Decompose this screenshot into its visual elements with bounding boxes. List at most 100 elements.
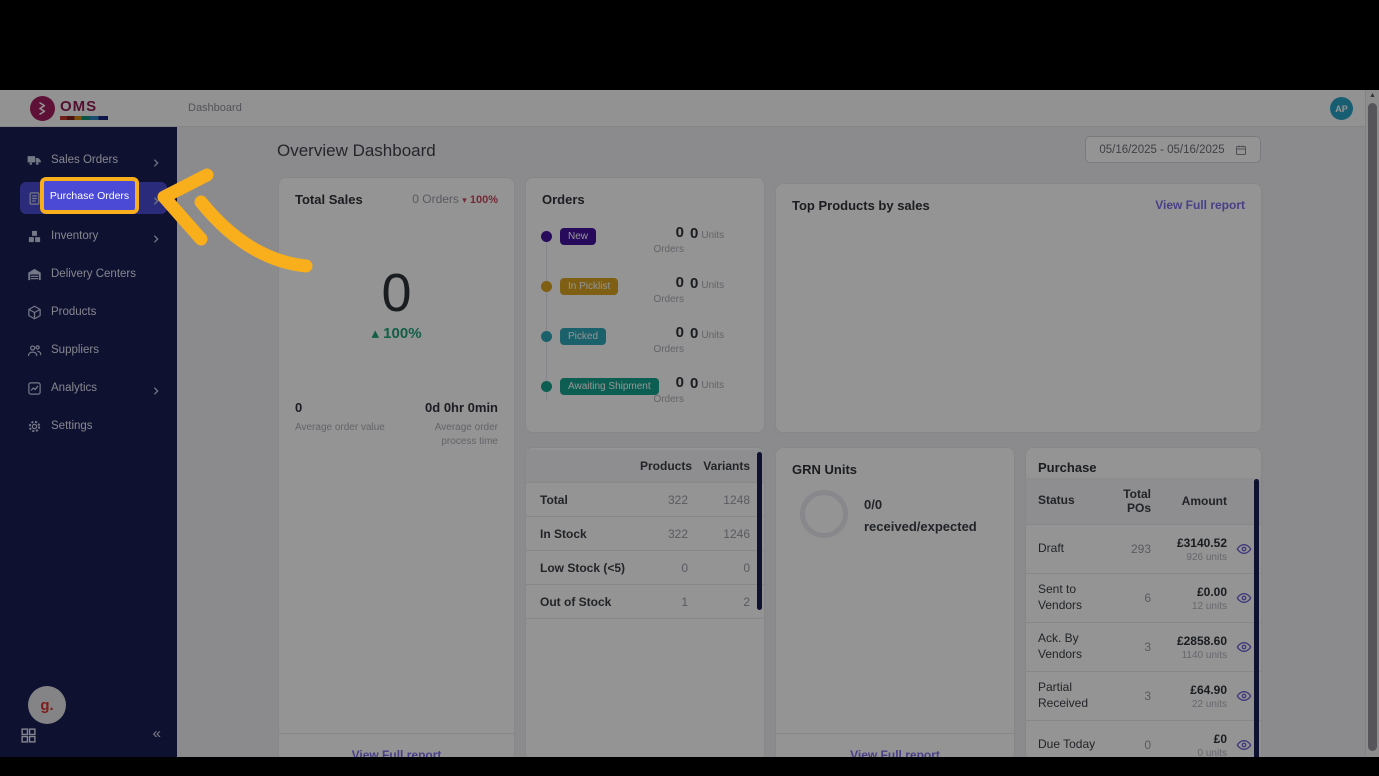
sidebar-item-analytics[interactable]: Analytics [0, 369, 177, 407]
orders-count: 0 [675, 224, 684, 241]
col-products: Products [640, 459, 693, 473]
status-dot [541, 381, 552, 392]
sidebar-item-products[interactable]: Products [0, 293, 177, 331]
cube-icon [27, 305, 42, 320]
grn-caption: received/expected [864, 519, 977, 534]
warehouse-icon [27, 267, 42, 282]
grn-view-full-report-link[interactable]: View Full report [850, 748, 940, 757]
status-badge: In Picklist [560, 278, 619, 295]
purchase-table-scrollbar[interactable] [1254, 479, 1259, 757]
orders-count: 0 [675, 374, 684, 391]
col-amount: Amount [1181, 494, 1227, 508]
sidebar-item-label: Sales Orders [51, 154, 119, 166]
status-badge: Awaiting Shipment [560, 378, 659, 395]
date-range-value: 05/16/2025 - 05/16/2025 [1099, 143, 1225, 156]
app-window: OMS Dashboard AP Sales Orders Purchase O… [0, 90, 1379, 757]
sidebar-item-settings[interactable]: Settings [0, 407, 177, 445]
total-sales-title: Total Sales [295, 192, 363, 207]
stock-table-scrollbar[interactable] [757, 452, 762, 610]
chevron-right-icon [151, 155, 161, 167]
sidebar-item-label: Delivery Centers [51, 268, 136, 280]
breadcrumb: Dashboard [188, 102, 242, 114]
top-products-view-full-report-link[interactable]: View Full report [1155, 198, 1245, 212]
total-sales-value: 0 [381, 263, 412, 323]
g-logo: g. [28, 686, 66, 724]
brand-name: OMS [60, 98, 98, 115]
status-badge: New [560, 228, 597, 245]
truck-icon [27, 153, 42, 168]
total-sales-card: Total Sales 0 Orders ▾ 100% 0 ▴ 100% 0 A… [278, 177, 515, 757]
orders-row-in-picklist: In Picklist 0 Orders 0 Units [540, 274, 752, 306]
total-sales-view-full-report-link[interactable]: View Full report [352, 748, 442, 757]
units-count: 0 [690, 225, 699, 242]
sidebar-item-sales-orders[interactable]: Sales Orders [0, 141, 177, 179]
down-arrow-icon: ▾ [462, 195, 467, 205]
top-products-card: Top Products by sales View Full report [775, 183, 1262, 433]
sidebar-item-inventory[interactable]: Inventory [0, 217, 177, 255]
orders-row-new: New 0 Orders 0 Units [540, 224, 752, 256]
chevron-right-icon [151, 193, 161, 205]
total-sales-change: ▴ 100% [371, 325, 422, 342]
stock-row-out-of-stock: Out of Stock 1 2 [526, 585, 764, 619]
sidebar-item-label: Suppliers [51, 344, 99, 356]
orders-count: 0 [675, 274, 684, 291]
sidebar-item-suppliers[interactable]: Suppliers [0, 331, 177, 369]
units-count: 0 [690, 275, 699, 292]
scrollbar-thumb[interactable] [1368, 103, 1377, 751]
status-badge: Picked [560, 328, 607, 345]
orders-row-picked: Picked 0 Orders 0 Units [540, 324, 752, 356]
purchase-row-due-today: Due Today 0 £0 0 units [1026, 721, 1261, 757]
sidebar-item-label: Analytics [51, 382, 98, 394]
sidebar-item-label: Products [51, 306, 97, 318]
sidebar-collapse-button[interactable]: « [153, 725, 161, 742]
col-variants: Variants [703, 459, 750, 473]
brand-underline [60, 116, 108, 120]
units-count: 0 [690, 325, 699, 342]
total-sales-orders-count: 0 Orders ▾ 100% [412, 192, 498, 206]
scroll-up-arrow-icon[interactable]: ▲ [1366, 92, 1379, 99]
stock-row-low-stock: Low Stock (<5) 0 0 [526, 551, 764, 585]
stock-summary-card: Products Variants Total 322 1248 In Stoc… [525, 447, 765, 757]
chevron-right-icon [151, 231, 161, 243]
grn-value-block: 0/0 received/expected [864, 494, 977, 538]
gear-icon [27, 419, 42, 434]
orders-title: Orders [542, 192, 585, 207]
avg-order-value-block: 0 Average order value [295, 400, 385, 433]
people-icon [27, 343, 42, 358]
date-range-picker[interactable]: 05/16/2025 - 05/16/2025 [1085, 136, 1261, 163]
oms-logo-icon [30, 96, 55, 121]
stock-table-header: Products Variants [526, 450, 764, 483]
grn-title: GRN Units [792, 462, 857, 477]
col-status: Status [1038, 493, 1075, 508]
grn-progress-ring [800, 490, 848, 538]
purchase-card: Purchase Status Total POs Amount Draft 2… [1025, 447, 1262, 757]
calendar-icon [1235, 145, 1246, 155]
purchase-row-partial-received: Partial Received 3 £64.90 22 units [1026, 672, 1261, 721]
page-scrollbar[interactable]: ▲ [1365, 90, 1379, 757]
sidebar-item-delivery-centers[interactable]: Delivery Centers [0, 255, 177, 293]
sidebar-item-label: Settings [51, 420, 93, 432]
inventory-boxes-icon [27, 229, 42, 244]
status-dot [541, 281, 552, 292]
status-dot [541, 231, 552, 242]
chevron-right-icon [151, 383, 161, 395]
avg-process-time-block: 0d 0hr 0min Average order process time [425, 400, 498, 447]
page-title: Overview Dashboard [277, 141, 436, 160]
top-bar: OMS Dashboard AP [0, 90, 1365, 127]
user-avatar[interactable]: AP [1330, 97, 1353, 120]
stock-row-total: Total 322 1248 [526, 483, 764, 517]
units-count: 0 [690, 375, 699, 392]
grn-value: 0/0 [864, 497, 883, 512]
sidebar: Sales Orders Purchase Orders Inventory [0, 127, 177, 757]
apps-grid-icon[interactable] [20, 727, 37, 749]
col-total-pos: Total POs [1123, 486, 1151, 515]
purchase-row-ack-by-vendors: Ack. By Vendors 3 £2858.60 1140 units [1026, 623, 1261, 672]
annotation-highlight-purchase-orders[interactable]: Purchase Orders [40, 177, 139, 214]
analytics-chart-icon [27, 381, 42, 396]
orders-count: 0 [675, 324, 684, 341]
orders-card: Orders New 0 Orders 0 Units In Picklist 0O… [525, 177, 765, 433]
purchase-table-header: Status Total POs Amount [1026, 478, 1261, 525]
status-dot [541, 331, 552, 342]
stock-row-in-stock: In Stock 322 1246 [526, 517, 764, 551]
sidebar-item-label: Inventory [51, 230, 99, 242]
